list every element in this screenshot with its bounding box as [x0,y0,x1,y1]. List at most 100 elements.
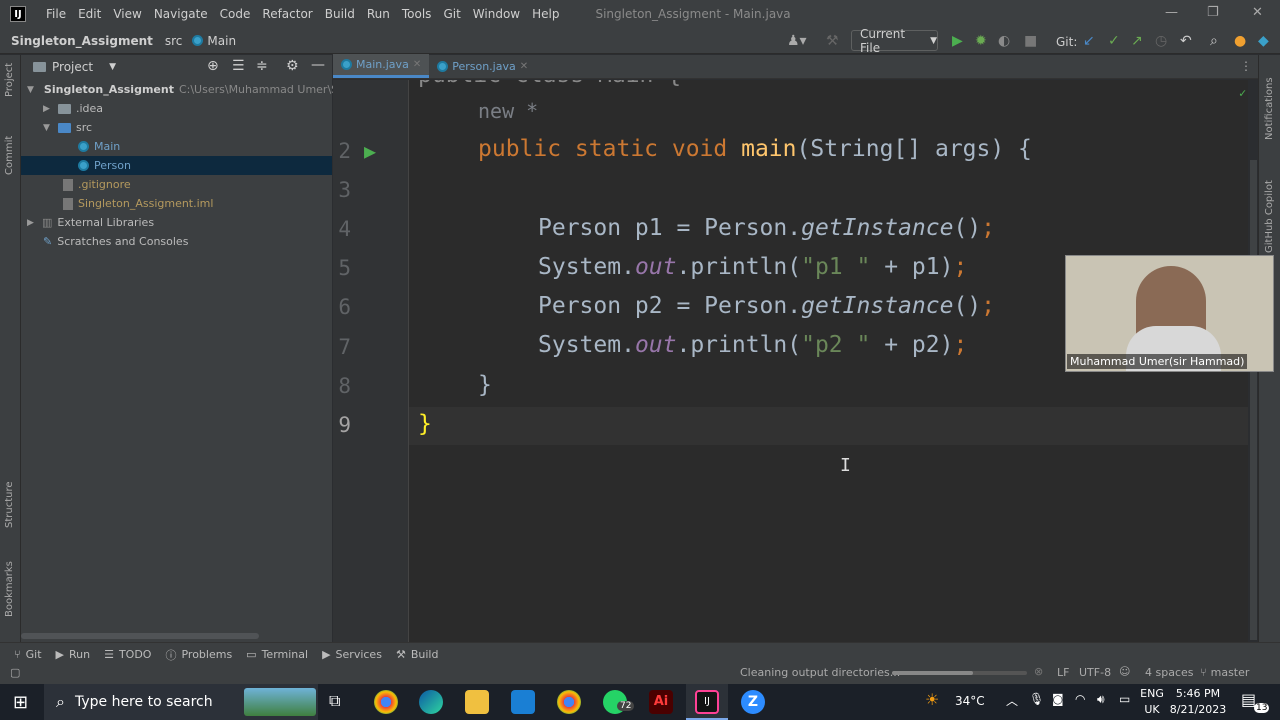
run-gutter-icon[interactable]: ▶ [364,139,376,163]
taskbar-clock[interactable]: 5:46 PM 8/21/2023 [1163,686,1233,718]
locate-icon[interactable]: ⊕ [207,58,219,74]
rollback-icon[interactable]: ↶ [1180,33,1192,49]
commit-stripe-button[interactable]: Commit [4,136,15,175]
line-separator[interactable]: LF [1057,666,1069,679]
tree-item-gitignore[interactable]: .gitignore [63,175,131,194]
menu-edit[interactable]: Edit [72,7,107,21]
menu-run[interactable]: Run [361,7,396,21]
project-stripe-button[interactable]: Project [4,63,15,97]
temperature[interactable]: 34°C [955,694,985,708]
menu-code[interactable]: Code [214,7,257,21]
close-icon[interactable]: ✕ [1252,5,1263,20]
tool-tab-build[interactable]: ⚒ Build [396,648,439,661]
project-panel-title[interactable]: Project [52,60,93,74]
tool-tab-label: Services [335,648,382,661]
run-configuration-select[interactable]: Current File ▼ [851,27,938,55]
git-push-icon[interactable]: ↗ [1131,33,1143,49]
copilot-status-icon[interactable]: ☺ [1119,665,1130,678]
breadcrumb-file[interactable]: Main [192,34,236,48]
chrome-icon[interactable] [374,690,398,714]
edge-icon[interactable] [419,690,443,714]
windows-start-icon[interactable]: ⊞ [13,692,28,713]
structure-stripe-button[interactable]: Structure [4,481,15,528]
battery-icon[interactable]: ▭ [1119,692,1130,706]
expand-all-icon[interactable]: ☰ [232,58,245,74]
hammer-icon[interactable]: ⚒ [826,33,839,49]
zoom-icon[interactable]: Z [741,690,765,714]
horizontal-scrollbar[interactable] [21,633,259,639]
git-commit-icon[interactable]: ✓ [1108,33,1120,49]
breadcrumb-file-label: Main [207,33,237,48]
gear-icon[interactable]: ⚙ [286,58,299,74]
close-tab-icon[interactable]: ✕ [520,61,528,72]
tree-item-person[interactable]: Person [21,156,332,175]
tree-root[interactable]: ▼ Singleton_Assigment C:\Users\Muhammad … [27,80,348,99]
cancel-progress-icon[interactable]: ⊗ [1034,665,1043,678]
camera-icon[interactable]: ◙ [1052,692,1064,706]
menu-tools[interactable]: Tools [396,7,438,21]
vertical-scrollbar[interactable] [1250,160,1257,640]
restore-icon[interactable]: ❐ [1207,5,1219,20]
tool-tab-problems[interactable]: ⓘ Problems [165,647,232,663]
run-icon[interactable]: ▶ [952,33,963,49]
tree-item-idea[interactable]: ▶ .idea [43,99,103,118]
menu-view[interactable]: View [107,7,147,21]
collapse-all-icon[interactable]: ≑ [256,58,268,74]
notifications-stripe-button[interactable]: Notifications [1264,77,1275,140]
git-branch[interactable]: ⑂ master [1200,666,1249,679]
tree-item-iml[interactable]: Singleton_Assigment.iml [63,194,213,213]
breadcrumb-folder[interactable]: src [165,34,183,48]
minimize-icon[interactable]: — [1165,5,1178,20]
breadcrumb-project[interactable]: Singleton_Assigment [11,34,153,48]
close-tab-icon[interactable]: ✕ [413,59,421,70]
stop-icon[interactable]: ■ [1024,33,1037,49]
tool-tab-services[interactable]: ▶ Services [322,648,382,661]
chevron-up-icon[interactable]: ︿ [1006,692,1018,709]
layout-icon[interactable]: ▢ [10,666,20,679]
jetbrains-ai-icon[interactable]: ◆ [1258,33,1269,49]
indent-setting[interactable]: 4 spaces [1145,666,1194,679]
more-tabs-icon[interactable]: ⋮ [1240,59,1252,73]
menu-git[interactable]: Git [437,7,466,21]
task-view-icon[interactable]: ⧉ [329,691,340,711]
tree-item-src[interactable]: ▼ src [43,118,92,137]
mail-icon[interactable] [511,690,535,714]
debug-icon[interactable]: ✹ [975,33,987,49]
user-icon[interactable]: ♟▾ [787,33,807,49]
menu-window[interactable]: Window [467,7,526,21]
wifi-icon[interactable]: ◠ [1075,692,1085,706]
git-update-icon[interactable]: ↙ [1083,33,1095,49]
tab-person-java[interactable]: Person.java ✕ [429,54,536,78]
chrome-profile-icon[interactable] [557,690,581,714]
history-icon[interactable]: ◷ [1155,33,1167,49]
menu-file[interactable]: File [40,7,72,21]
coverage-icon[interactable]: ◐ [998,33,1010,49]
chevron-down-icon[interactable]: ▼ [109,62,116,72]
taskbar-search[interactable]: ⌕ Type here to search [44,684,318,720]
copilot-stripe-button[interactable]: GitHub Copilot [1264,180,1275,253]
menu-help[interactable]: Help [526,7,565,21]
search-icon[interactable]: ⌕ [1210,33,1218,49]
menu-navigate[interactable]: Navigate [148,7,214,21]
menu-build[interactable]: Build [319,7,361,21]
tree-item-scratches[interactable]: ✎ Scratches and Consoles [43,232,188,251]
file-encoding[interactable]: UTF-8 [1079,666,1111,679]
tree-item-label: .idea [76,102,104,115]
tab-main-java[interactable]: Main.java ✕ [333,54,430,78]
illustrator-icon[interactable]: Ai [649,690,673,714]
weather-icon[interactable]: ☀ [925,690,939,709]
volume-icon[interactable]: 🔊︎ [1097,692,1105,707]
file-explorer-icon[interactable] [465,690,489,714]
tool-tab-run[interactable]: ▶ Run [56,648,91,661]
microphone-icon[interactable]: 🎙︎ [1029,692,1044,706]
tree-item-main[interactable]: Main [78,137,120,156]
menu-refactor[interactable]: Refactor [256,7,318,21]
update-icon[interactable]: ● [1234,33,1246,49]
tool-tab-terminal[interactable]: ▭ Terminal [246,648,308,661]
inspection-ok-icon[interactable]: ✓ [1239,86,1246,100]
tool-tab-git[interactable]: ⑂ Git [14,648,42,661]
bookmarks-stripe-button[interactable]: Bookmarks [4,561,15,617]
hide-icon[interactable]: — [311,57,325,73]
tool-tab-todo[interactable]: ☰ TODO [104,648,151,661]
tree-item-external-libraries[interactable]: ▶ ▥ External Libraries [27,213,154,232]
